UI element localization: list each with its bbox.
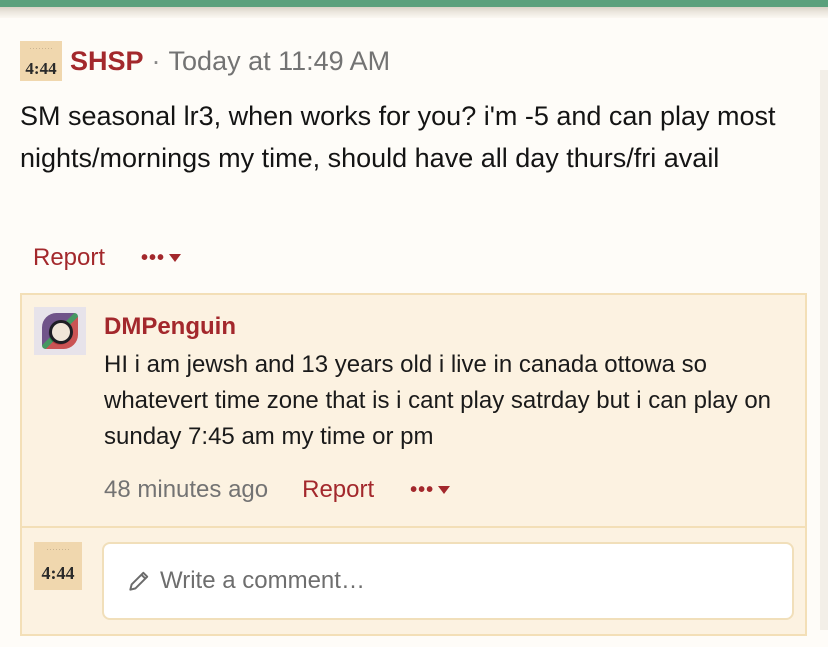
avatar-label: 4:44 [25, 59, 57, 78]
comment-actions: 48 minutes ago Report ••• [104, 473, 451, 507]
avatar-fine-print: · · · · · · · · [29, 46, 53, 52]
report-button[interactable]: Report [33, 244, 105, 272]
caret-down-icon [438, 486, 451, 494]
comment-author-link[interactable]: DMPenguin [104, 313, 236, 341]
comment-list: DMPenguin HI i am jewsh and 13 years old… [20, 293, 807, 636]
comment-text: HI i am jewsh and 13 years old i live in… [104, 351, 772, 450]
post-header: · · · · · · · · 4:44 SHSP · Today at 11:… [20, 40, 390, 82]
comment-item: DMPenguin HI i am jewsh and 13 years old… [22, 295, 805, 528]
comment-report-button[interactable]: Report [302, 476, 374, 504]
caret-down-icon [169, 254, 182, 262]
post-timestamp[interactable]: Today at 11:49 AM [169, 46, 391, 77]
comment-more-options-button[interactable]: ••• [410, 479, 451, 501]
author-avatar[interactable]: · · · · · · · · 4:44 [20, 41, 62, 81]
scrollbar-track[interactable] [820, 70, 828, 630]
comment-timestamp[interactable]: 48 minutes ago [104, 476, 268, 504]
commenter-avatar[interactable] [34, 307, 86, 355]
top-bar [0, 0, 828, 18]
comment-composer: · · · · · · · · 4:44 Write a comment… [22, 528, 805, 634]
post-actions: Report ••• [33, 240, 182, 276]
current-user-avatar[interactable]: · · · · · · · · 4:44 [34, 542, 82, 590]
ellipsis-icon: ••• [141, 247, 166, 269]
header-separator: · [151, 45, 161, 76]
avatar-label: 4:44 [41, 563, 75, 583]
comment-input-placeholder: Write a comment… [160, 567, 365, 594]
post-body: SM seasonal lr3, when works for you? i'm… [20, 101, 776, 173]
pencil-icon [129, 571, 149, 591]
comment-input[interactable]: Write a comment… [102, 542, 794, 620]
avatar-fine-print: · · · · · · · · [46, 547, 70, 553]
post-author-link[interactable]: SHSP [70, 46, 144, 77]
ellipsis-icon: ••• [410, 479, 435, 501]
more-options-button[interactable]: ••• [141, 247, 182, 269]
